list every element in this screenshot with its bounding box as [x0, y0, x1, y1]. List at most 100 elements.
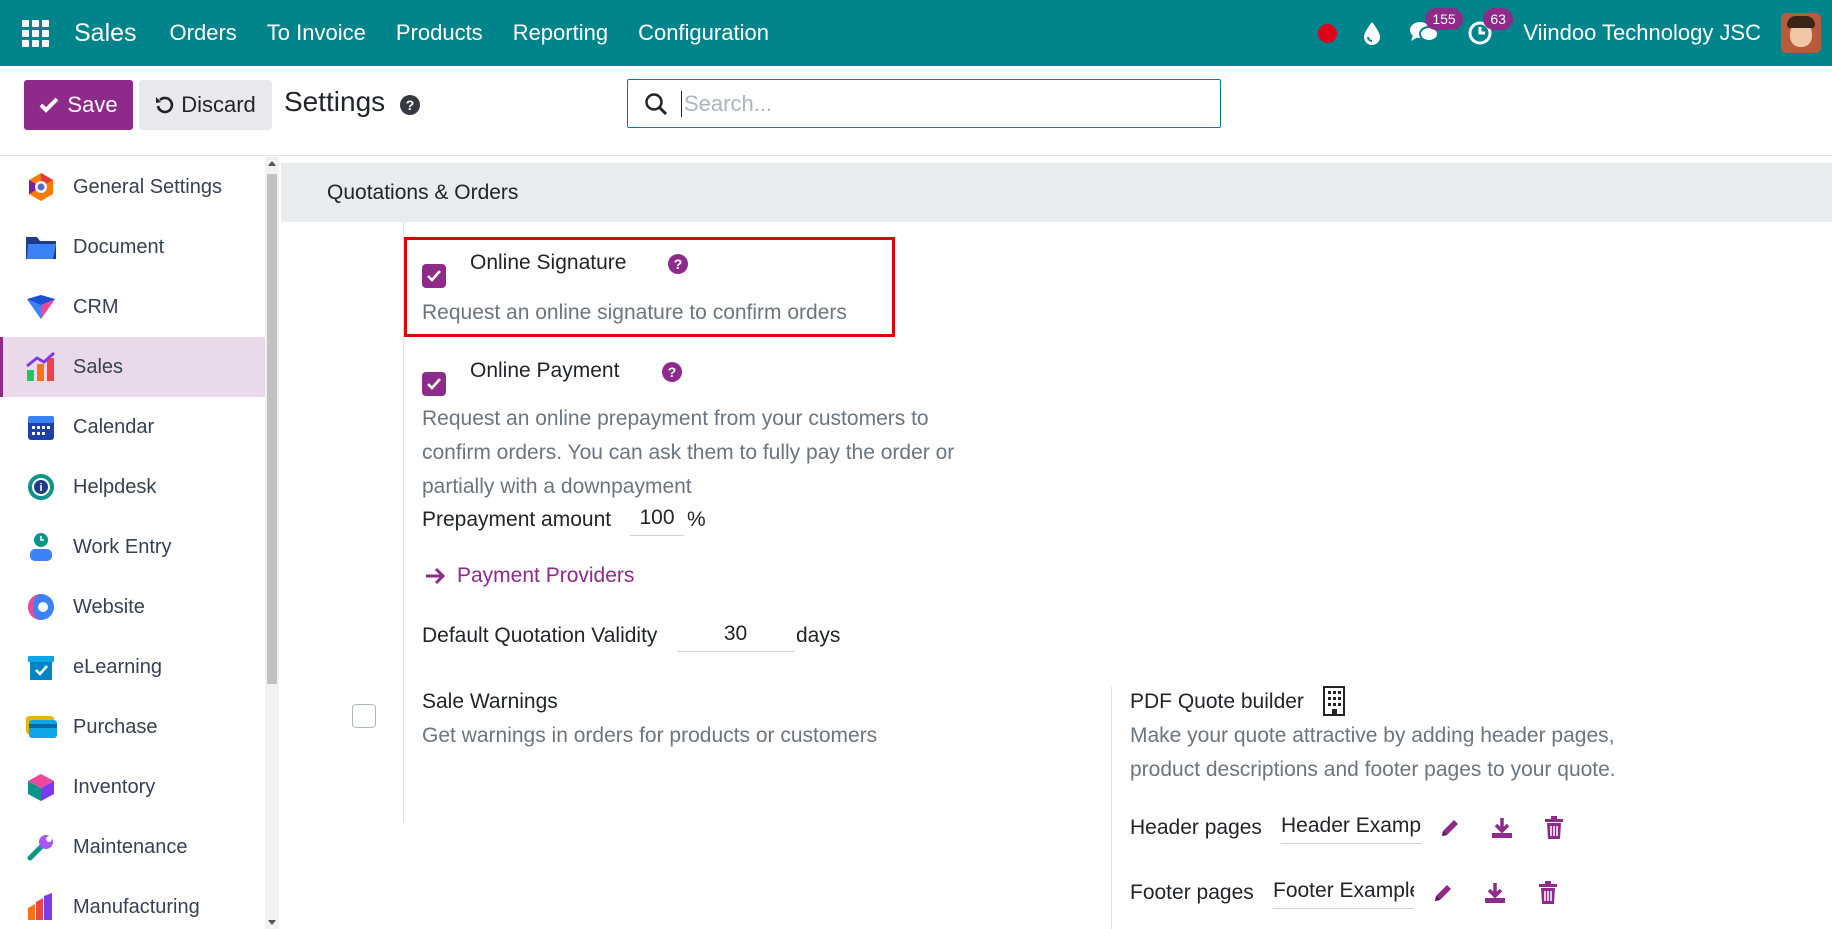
header-pages-file[interactable]: Header Example.pdf: [1281, 814, 1422, 844]
online-payment-desc-line: confirm orders. You can ask them to full…: [422, 441, 955, 464]
online-payment-desc-line: Request an online prepayment from your c…: [422, 407, 929, 430]
page-title: Settings: [284, 86, 386, 117]
maintenance-icon: [25, 831, 57, 863]
menu-reporting[interactable]: Reporting: [498, 20, 623, 46]
building-icon: [1321, 685, 1347, 722]
online-payment-checkbox[interactable]: [422, 372, 446, 396]
download-icon[interactable]: [1490, 816, 1514, 845]
user-avatar[interactable]: [1781, 13, 1821, 53]
menu-orders[interactable]: Orders: [155, 20, 252, 46]
sidebar-label: CRM: [73, 295, 119, 318]
footer-pages-file[interactable]: Footer Example.pdf: [1273, 879, 1414, 909]
record-dot-icon[interactable]: [1318, 23, 1338, 43]
online-signature-desc: Request an online signature to confirm o…: [422, 301, 847, 324]
search-input[interactable]: [681, 90, 1201, 117]
messages-badge: 155: [1425, 8, 1463, 30]
activities-badge: 63: [1483, 8, 1513, 30]
settings-sidebar: General Settings Document CRM Sales Cale…: [0, 157, 265, 929]
trash-icon[interactable]: [1538, 881, 1558, 910]
menu-configuration[interactable]: Configuration: [623, 20, 784, 46]
checkmark-icon: [427, 270, 441, 282]
pdf-quote-desc-line: product descriptions and footer pages to…: [1130, 758, 1616, 781]
settings-main: Quotations & Orders Online Signature ? R…: [279, 157, 1832, 929]
check-icon: [40, 97, 59, 113]
sale-warnings-divider: [403, 687, 404, 755]
svg-text:?: ?: [668, 364, 677, 380]
section-header: Quotations & Orders: [281, 163, 1832, 222]
trash-icon[interactable]: [1544, 816, 1564, 845]
sidebar-item-inventory[interactable]: Inventory: [0, 757, 265, 817]
elearning-icon: [25, 651, 57, 683]
sidebar-item-purchase[interactable]: Purchase: [0, 697, 265, 757]
app-grid-icon[interactable]: [21, 19, 49, 47]
work-entry-icon: [25, 531, 57, 563]
menu-to-invoice[interactable]: To Invoice: [252, 20, 381, 46]
sidebar-item-calendar[interactable]: Calendar: [0, 397, 265, 457]
pencil-icon[interactable]: [1432, 882, 1454, 909]
sidebar-item-work-entry[interactable]: Work Entry: [0, 517, 265, 577]
app-brand[interactable]: Sales: [74, 19, 137, 48]
header-pages-label: Header pages: [1130, 816, 1262, 839]
activities-icon[interactable]: 63: [1467, 8, 1513, 46]
sidebar-item-sales[interactable]: Sales: [0, 337, 265, 397]
prepayment-amount-input[interactable]: 100: [630, 506, 684, 536]
sidebar-item-general-settings[interactable]: General Settings: [0, 157, 265, 217]
company-switcher[interactable]: Viindoo Technology JSC: [1523, 20, 1761, 46]
search-bar[interactable]: [627, 79, 1221, 128]
general-settings-icon: [25, 171, 57, 203]
sidebar-label: Maintenance: [73, 835, 188, 858]
sidebar-scrollbar[interactable]: [265, 157, 279, 929]
sidebar-item-helpdesk[interactable]: i Helpdesk: [0, 457, 265, 517]
sidebar-label: Document: [73, 235, 165, 258]
sidebar-item-elearning[interactable]: eLearning: [0, 637, 265, 697]
prepayment-unit: %: [687, 508, 706, 531]
pdf-quote-desc-line: Make your quote attractive by adding hea…: [1130, 724, 1615, 747]
crm-icon: [25, 291, 57, 323]
sidebar-item-crm[interactable]: CRM: [0, 277, 265, 337]
online-payment-title: Online Payment: [470, 359, 620, 382]
scroll-up-arrow[interactable]: [268, 161, 276, 166]
sidebar-item-website[interactable]: Website: [0, 577, 265, 637]
arrow-right-icon: [426, 567, 446, 585]
folder-icon: [25, 231, 57, 263]
discard-label: Discard: [181, 92, 256, 117]
online-payment-desc-line: partially with a downpayment: [422, 475, 692, 498]
scroll-down-arrow[interactable]: [268, 920, 276, 925]
save-button[interactable]: Save: [24, 80, 133, 130]
purchase-icon: [25, 711, 57, 743]
messages-icon[interactable]: 155: [1409, 8, 1463, 46]
payment-providers-link[interactable]: Payment Providers: [425, 564, 634, 588]
sidebar-label: Calendar: [73, 415, 155, 438]
sidebar-item-maintenance[interactable]: Maintenance: [0, 817, 265, 877]
scroll-thumb[interactable]: [267, 174, 277, 684]
sidebar-label: Website: [73, 595, 145, 618]
online-signature-title: Online Signature: [470, 251, 627, 274]
question-circle-icon[interactable]: ?: [667, 253, 689, 280]
validity-label: Default Quotation Validity: [422, 624, 658, 647]
payment-providers-label: Payment Providers: [457, 564, 635, 587]
sales-chart-icon: [25, 351, 57, 383]
question-circle-icon[interactable]: ?: [661, 361, 683, 388]
control-panel: Save Discard Settings ?: [0, 66, 1832, 156]
sidebar-label: Inventory: [73, 775, 156, 798]
sidebar-item-document[interactable]: Document: [0, 217, 265, 277]
question-circle-icon[interactable]: ?: [400, 95, 420, 120]
save-label: Save: [67, 92, 118, 117]
sale-warnings-desc: Get warnings in orders for products or c…: [422, 724, 878, 747]
validity-days-input[interactable]: 30: [677, 622, 794, 652]
svg-text:i: i: [39, 482, 42, 494]
drop-icon[interactable]: [1363, 21, 1381, 45]
online-signature-checkbox[interactable]: [422, 264, 446, 288]
sale-warnings-checkbox[interactable]: [352, 704, 376, 728]
discard-button[interactable]: Discard: [139, 80, 272, 130]
manufacturing-icon: [25, 891, 57, 923]
validity-unit: days: [796, 624, 841, 647]
navbar-systray: 155 63 Viindoo Technology JSC: [1318, 0, 1832, 66]
checkmark-icon: [427, 378, 441, 390]
sidebar-item-manufacturing[interactable]: Manufacturing: [0, 877, 265, 929]
download-icon[interactable]: [1483, 881, 1507, 910]
menu-products[interactable]: Products: [381, 20, 498, 46]
footer-pages-label: Footer pages: [1130, 881, 1254, 904]
pencil-icon[interactable]: [1439, 817, 1461, 844]
section-title: Quotations & Orders: [327, 180, 519, 204]
